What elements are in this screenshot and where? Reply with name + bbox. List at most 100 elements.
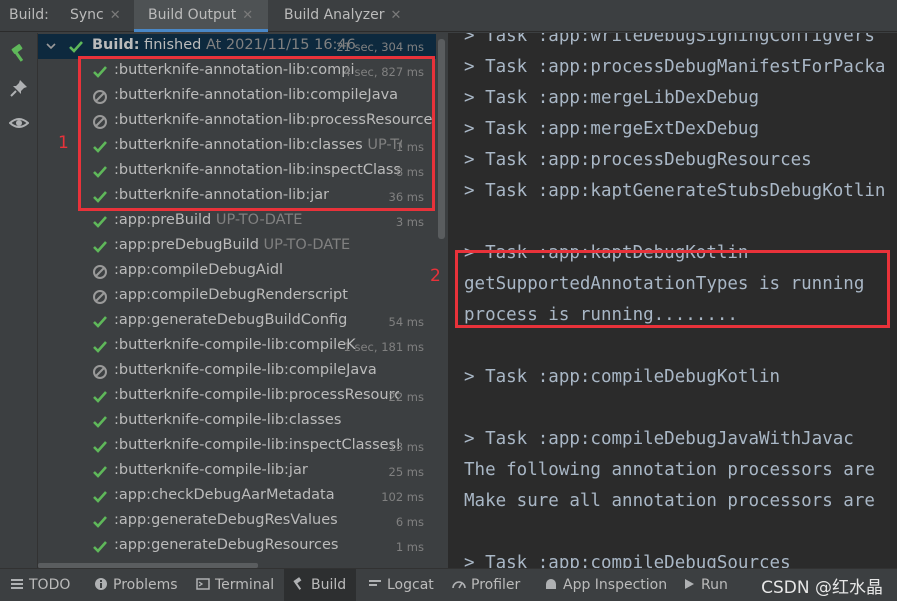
chevron-down-icon[interactable] [46,41,56,51]
task-time: 102 ms [381,490,424,504]
tab-build-analyzer[interactable]: Build Analyzer ✕ [270,0,410,32]
task-time: 13 ms [388,440,424,454]
task-row[interactable]: :app:generateDebugResValues 6 ms [38,509,436,534]
left-toolbar [0,33,38,568]
console-line: > Task :app:compileDebugJavaWithJavac [464,429,854,449]
build-label: Build: [9,7,49,23]
task-name: :app:generateDebugResources [114,537,339,553]
task-name: :butterknife-compile-lib:processResource [114,387,399,403]
task-row[interactable]: :butterknife-compile-lib:classes [38,409,436,434]
root-timestamp: At 2021/11/15 16:46 [205,37,356,53]
task-name: :app:preBuild [114,212,212,228]
task-row[interactable]: :app:generateDebugBuildConfig 54 ms [38,309,436,334]
close-icon[interactable]: ✕ [110,8,121,23]
task-row[interactable]: :app:compileDebugAidl [38,259,436,284]
task-label-group: :app:generateDebugResources [114,537,339,553]
play-icon [685,579,694,589]
problems-button[interactable]: Problems [94,569,178,601]
list-icon [11,579,23,589]
root-label: Build: [92,37,140,53]
tree-vertical-scrollbar[interactable] [436,33,446,568]
task-row[interactable]: :butterknife-compile-lib:compileJava [38,359,436,384]
task-label-group: :butterknife-compile-lib:processResource [114,387,399,403]
task-row[interactable]: :app:generateDebugResources 1 ms [38,534,436,559]
task-time: 54 ms [388,315,424,329]
check-icon [93,416,107,428]
terminal-button[interactable]: Terminal [196,569,274,601]
check-icon [93,316,107,328]
task-row[interactable]: :butterknife-compile-lib:inspectClassesF… [38,434,436,459]
tab-sync-label: Sync [70,7,104,23]
annotation-label-2: 2 [430,266,441,286]
task-time: 6 ms [395,515,424,529]
tab-build-output[interactable]: Build Output ✕ [134,0,268,32]
task-row[interactable]: :app:checkDebugAarMetadata 102 ms [38,484,436,509]
task-name: :butterknife-compile-lib:compileK [114,337,356,353]
check-icon [93,391,107,403]
task-status: UP-TO-DATE [258,237,351,253]
gauge-icon [452,581,466,589]
task-row[interactable]: :butterknife-compile-lib:jar 25 ms [38,459,436,484]
tab-build-output-label: Build Output [148,7,237,23]
check-icon [93,441,107,453]
task-label-group: :app:preBuild UP-TO-DATE [114,212,302,228]
console-line: > Task :app:compileDebugKotlin [464,367,781,387]
task-row[interactable]: :butterknife-compile-lib:compileK 1 sec, … [38,334,436,359]
task-label-group: :butterknife-compile-lib:compileK [114,337,356,353]
task-label-group: :app:checkDebugAarMetadata [114,487,335,503]
app-inspection-button[interactable]: App Inspection [544,569,667,601]
annotation-box-2 [455,250,890,328]
console-line: > Task :app:compileDebugSources [464,553,791,568]
task-label-group: :app:generateDebugResValues [114,512,338,528]
task-name: :app:compileDebugAidl [114,262,284,278]
android-icon [546,579,556,589]
build-button[interactable]: Build [284,569,357,601]
check-icon [69,41,83,53]
task-name: :app:checkDebugAarMetadata [114,487,335,503]
eye-icon[interactable] [9,113,29,133]
check-icon [93,241,107,253]
close-icon[interactable]: ✕ [391,8,402,23]
task-row[interactable]: :app:compileDebugRenderscript [38,284,436,309]
task-name: :app:compileDebugRenderscript [114,287,348,303]
watermark: CSDN @红水晶 [761,578,883,598]
todo-button[interactable]: TODO [10,569,70,601]
console-line: > Task :app:writeDebugSigningConfigVers [464,33,875,46]
tab-sync[interactable]: Sync ✕ [56,0,134,32]
task-name: :butterknife-compile-lib:jar [114,462,308,478]
close-icon[interactable]: ✕ [242,8,253,23]
logcat-button[interactable]: Logcat [368,569,434,601]
skipped-icon [93,365,107,379]
scroll-thumb[interactable] [438,39,445,239]
task-label-group: :butterknife-compile-lib:inspectClassesF… [114,437,399,453]
task-label-group: :app:generateDebugBuildConfig [114,312,347,328]
check-icon [93,216,107,228]
task-name: :app:generateDebugBuildConfig [114,312,348,328]
task-time: 1 ms [395,540,424,554]
console-line: Make sure all annotation processors are [464,491,875,511]
task-row[interactable]: :app:preBuild UP-TO-DATE 3 ms [38,209,436,234]
check-icon [93,541,107,553]
hammer-icon[interactable] [9,43,29,63]
task-label-group: :butterknife-compile-lib:classes [114,412,341,428]
task-label-group: :butterknife-compile-lib:jar [114,462,308,478]
task-label-group: :butterknife-compile-lib:compileJava [114,362,377,378]
annotation-label-1: 1 [58,133,69,153]
run-button[interactable]: Run [682,569,728,601]
hammer-icon [293,577,302,590]
log-icon [369,580,381,586]
pin-icon[interactable] [9,78,29,98]
console-line: > Task :app:processDebugManifestForPacka [464,57,886,77]
check-icon [93,341,107,353]
task-name: :app:generateDebugResValues [114,512,338,528]
check-icon [93,516,107,528]
task-time: 25 ms [388,465,424,479]
task-row[interactable]: :butterknife-compile-lib:processResource… [38,384,436,409]
task-status: UP-TO-DATE [211,212,303,228]
tool-window-tabbar: Build: Sync ✕ Build Output ✕ Build Analyze… [0,0,897,32]
profiler-button[interactable]: Profiler [452,569,520,601]
task-row[interactable]: :app:preDebugBuild UP-TO-DATE [38,234,436,259]
task-name: :butterknife-compile-lib:inspectClassesF… [114,437,399,453]
console-line: The following annotation processors are [464,460,875,480]
console-line: > Task :app:processDebugResources [464,150,812,170]
